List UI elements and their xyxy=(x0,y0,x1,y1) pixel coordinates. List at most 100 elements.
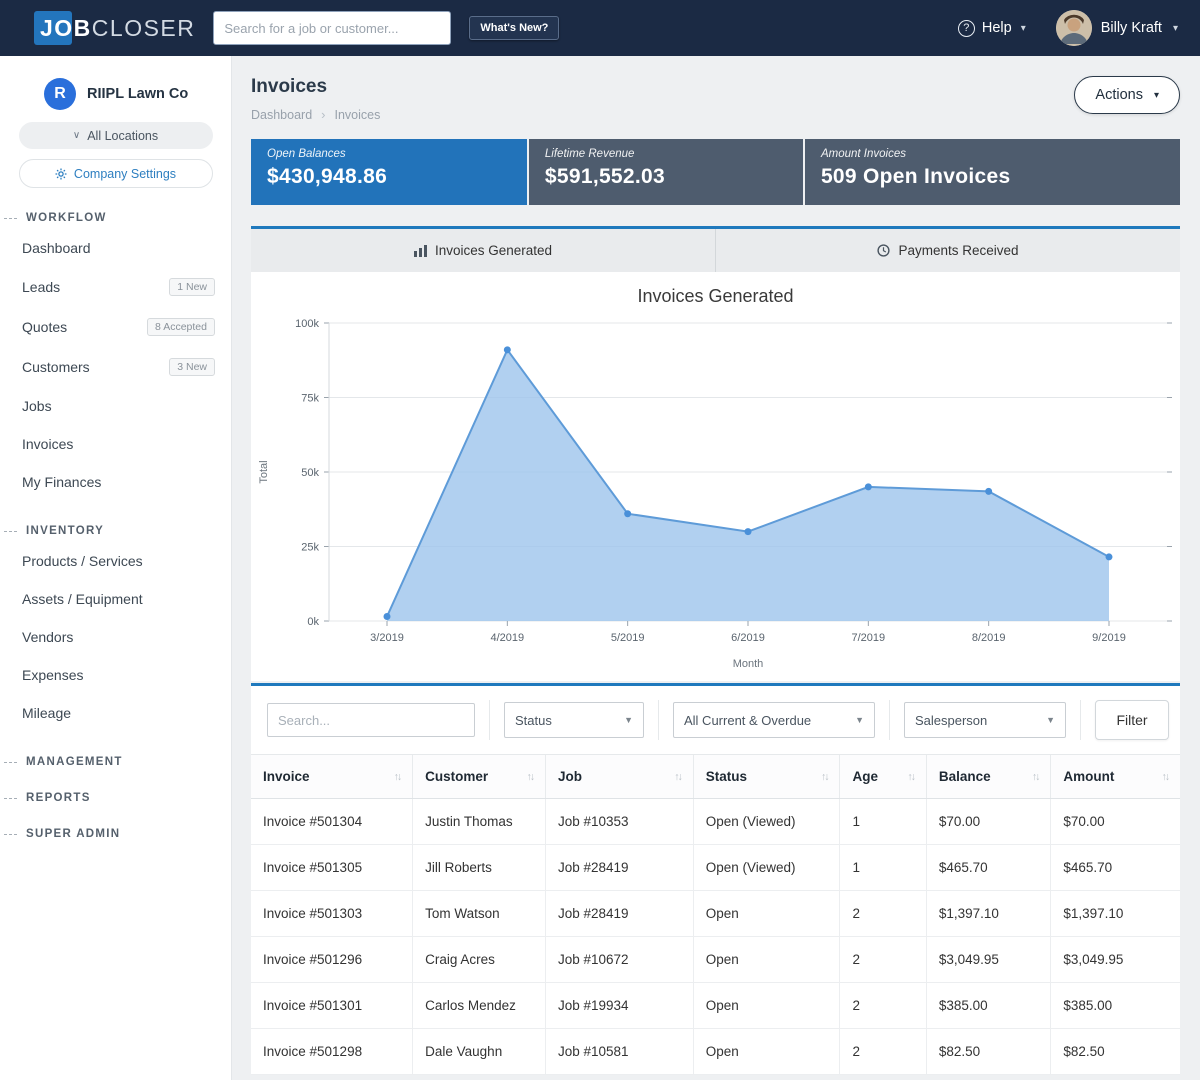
stat-value: 509 Open Invoices xyxy=(821,165,1164,189)
sidebar-item-my-finances[interactable]: My Finances xyxy=(0,463,231,501)
cell-job[interactable]: Job #19934 xyxy=(545,983,693,1029)
cell-age: 2 xyxy=(840,983,926,1029)
column-label: Customer xyxy=(425,769,488,784)
cell-customer[interactable]: Tom Watson xyxy=(413,891,546,937)
cell-customer[interactable]: Justin Thomas xyxy=(413,799,546,845)
logo[interactable]: JOBCLOSER xyxy=(40,10,195,46)
cell-invoice[interactable]: Invoice #501296 xyxy=(251,937,413,983)
stat-value: $430,948.86 xyxy=(267,165,511,189)
svg-text:6/2019: 6/2019 xyxy=(731,632,765,644)
filter-row: Status ▼ All Current & Overdue ▼ Salespe… xyxy=(251,686,1180,755)
filter-button[interactable]: Filter xyxy=(1095,700,1169,740)
svg-text:8/2019: 8/2019 xyxy=(972,632,1006,644)
gear-icon xyxy=(55,168,67,180)
all-locations-selector[interactable]: ∨ All Locations xyxy=(19,122,213,149)
sort-icon[interactable]: ↑↓ xyxy=(1032,771,1039,783)
main-content: Invoices Dashboard›Invoices Actions ▾ Op… xyxy=(233,56,1200,1080)
cell-invoice[interactable]: Invoice #501305 xyxy=(251,845,413,891)
sidebar-item-mileage[interactable]: Mileage xyxy=(0,694,231,732)
cell-customer[interactable]: Jill Roberts xyxy=(413,845,546,891)
help-menu[interactable]: ? Help ▾ xyxy=(958,20,1026,37)
page-header: Invoices Dashboard›Invoices Actions ▾ xyxy=(251,76,1180,122)
table-row: Invoice #501296Craig AcresJob #10672Open… xyxy=(251,937,1180,983)
topbar: JOBCLOSER What's New? ? Help ▾ Billy Kra… xyxy=(0,0,1200,56)
cell-invoice[interactable]: Invoice #501303 xyxy=(251,891,413,937)
cell-job[interactable]: Job #10672 xyxy=(545,937,693,983)
sort-icon[interactable]: ↑↓ xyxy=(821,771,828,783)
sort-icon[interactable]: ↑↓ xyxy=(1162,771,1169,783)
tab-payments-received[interactable]: Payments Received xyxy=(715,229,1180,272)
status-select[interactable]: Status ▼ xyxy=(504,702,644,738)
cell-age: 1 xyxy=(840,845,926,891)
cell-invoice[interactable]: Invoice #501304 xyxy=(251,799,413,845)
table-search-input[interactable] xyxy=(267,703,475,737)
column-header-invoice[interactable]: Invoice↑↓ xyxy=(251,755,413,799)
whats-new-button[interactable]: What's New? xyxy=(469,16,559,40)
actions-button[interactable]: Actions ▾ xyxy=(1074,76,1180,114)
company-header[interactable]: R RIIPL Lawn Co xyxy=(0,72,231,122)
cell-balance: $70.00 xyxy=(926,799,1050,845)
cell-job[interactable]: Job #10581 xyxy=(545,1029,693,1075)
table-header-row: Invoice↑↓Customer↑↓Job↑↓Status↑↓Age↑↓Bal… xyxy=(251,755,1180,799)
page-title: Invoices xyxy=(251,76,380,98)
cell-job[interactable]: Job #10353 xyxy=(545,799,693,845)
sidebar-item-quotes[interactable]: Quotes8 Accepted xyxy=(0,307,231,347)
sidebar-item-jobs[interactable]: Jobs xyxy=(0,387,231,425)
column-label: Status xyxy=(706,769,747,784)
column-label: Amount xyxy=(1063,769,1114,784)
column-header-age[interactable]: Age ↑↓ xyxy=(840,755,926,799)
tab-label: Invoices Generated xyxy=(435,243,552,258)
sort-icon[interactable]: ↑↓ xyxy=(526,771,533,783)
sort-icon[interactable]: ↑↓ xyxy=(907,771,914,783)
svg-text:Total: Total xyxy=(258,460,270,483)
column-header-balance[interactable]: Balance ↑↓ xyxy=(926,755,1050,799)
sidebar-item-leads[interactable]: Leads1 New xyxy=(0,267,231,307)
cell-status: Open xyxy=(693,891,840,937)
company-name: RIIPL Lawn Co xyxy=(87,86,188,102)
sidebar-item-expenses[interactable]: Expenses xyxy=(0,656,231,694)
tab-invoices-generated[interactable]: Invoices Generated xyxy=(251,229,715,272)
sort-icon[interactable]: ↑↓ xyxy=(674,771,681,783)
column-label: Balance xyxy=(939,769,991,784)
sidebar-item-customers[interactable]: Customers3 New xyxy=(0,347,231,387)
cell-age: 2 xyxy=(840,1029,926,1075)
table-row: Invoice #501298Dale VaughnJob #10581Open… xyxy=(251,1029,1180,1075)
sidebar-item-invoices[interactable]: Invoices xyxy=(0,425,231,463)
salesperson-select[interactable]: Salesperson ▼ xyxy=(904,702,1066,738)
cell-status: Open (Viewed) xyxy=(693,845,840,891)
global-search-input[interactable] xyxy=(213,11,451,45)
topbar-right: ? Help ▾ Billy Kraft ▾ xyxy=(958,10,1178,46)
logo-text: JOBCLOSER xyxy=(40,15,195,42)
cell-invoice[interactable]: Invoice #501298 xyxy=(251,1029,413,1075)
stat-label: Lifetime Revenue xyxy=(545,148,787,160)
nav-section-reports: REPORTS xyxy=(0,792,231,804)
column-header-job[interactable]: Job ↑↓ xyxy=(545,755,693,799)
cell-invoice[interactable]: Invoice #501301 xyxy=(251,983,413,1029)
cell-customer[interactable]: Carlos Mendez xyxy=(413,983,546,1029)
nav-section-management: MANAGEMENT xyxy=(0,756,231,768)
stat-label: Amount Invoices xyxy=(821,148,1164,160)
cell-balance: $82.50 xyxy=(926,1029,1050,1075)
sort-icon[interactable]: ↑↓ xyxy=(394,771,401,783)
sidebar-item-vendors[interactable]: Vendors xyxy=(0,618,231,656)
section-dash-icon xyxy=(4,762,17,763)
company-settings-button[interactable]: Company Settings xyxy=(19,159,213,188)
user-menu[interactable]: Billy Kraft ▾ xyxy=(1056,10,1178,46)
column-label: Age xyxy=(852,769,878,784)
breadcrumb-dashboard[interactable]: Dashboard xyxy=(251,108,312,122)
sidebar-item-assets-equipment[interactable]: Assets / Equipment xyxy=(0,580,231,618)
current-overdue-select[interactable]: All Current & Overdue ▼ xyxy=(673,702,875,738)
cell-customer[interactable]: Dale Vaughn xyxy=(413,1029,546,1075)
chart-tabs: Invoices Generated Payments Received xyxy=(251,226,1180,272)
column-header-status[interactable]: Status ↑↓ xyxy=(693,755,840,799)
column-header-customer[interactable]: Customer ↑↓ xyxy=(413,755,546,799)
cell-job[interactable]: Job #28419 xyxy=(545,891,693,937)
sidebar-item-dashboard[interactable]: Dashboard xyxy=(0,229,231,267)
cell-customer[interactable]: Craig Acres xyxy=(413,937,546,983)
column-label: Job xyxy=(558,769,582,784)
sidebar-item-products-services[interactable]: Products / Services xyxy=(0,542,231,580)
cell-job[interactable]: Job #28419 xyxy=(545,845,693,891)
cell-amount: $465.70 xyxy=(1051,845,1180,891)
column-header-amount[interactable]: Amount ↑↓ xyxy=(1051,755,1180,799)
table-row: Invoice #501305Jill RobertsJob #28419Ope… xyxy=(251,845,1180,891)
